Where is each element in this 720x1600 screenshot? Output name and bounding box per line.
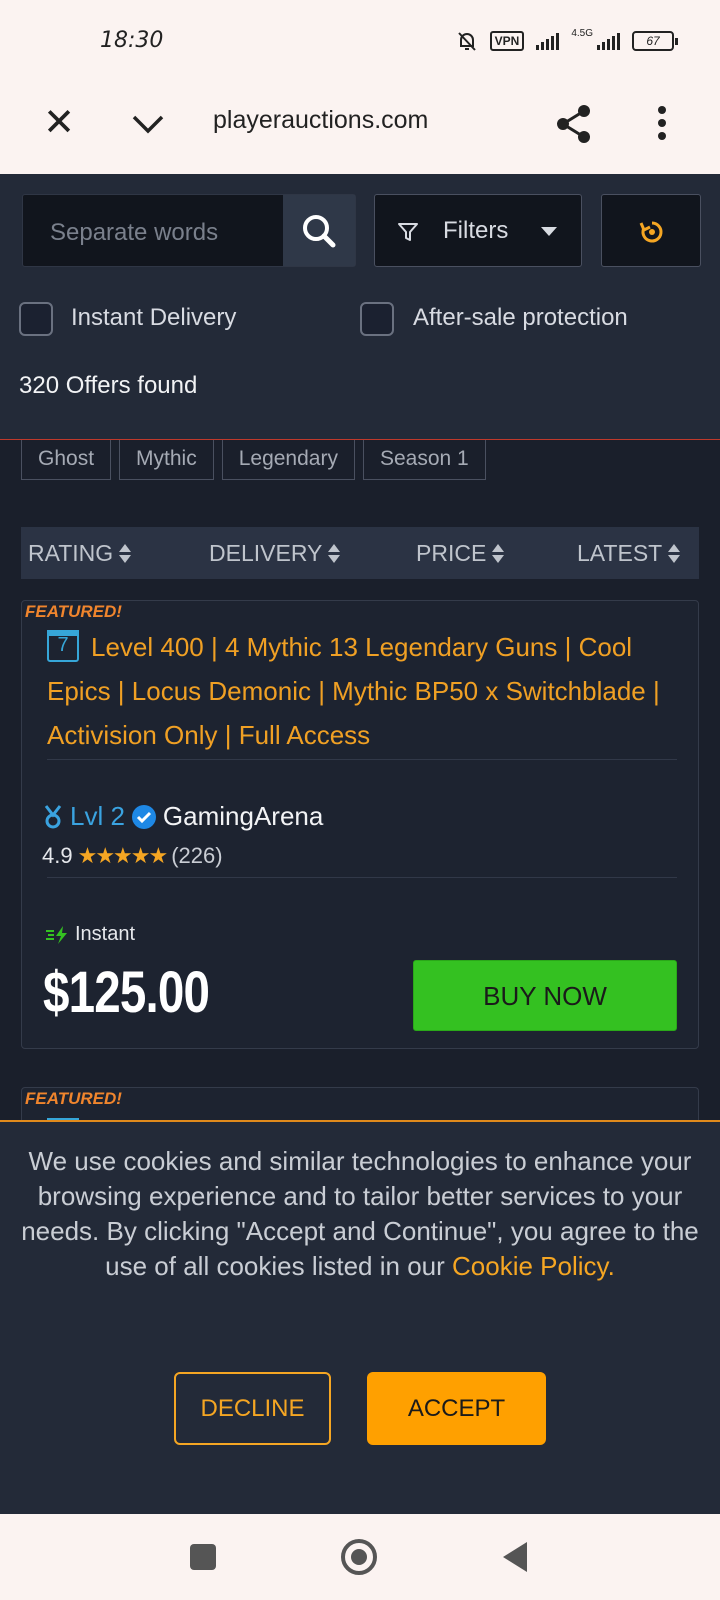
sort-latest[interactable]: LATEST [577,540,681,567]
sort-arrows-icon [328,544,341,563]
nav-home-icon[interactable] [341,1539,377,1575]
sort-delivery[interactable]: DELIVERY [209,540,341,567]
chevron-down-icon[interactable] [128,104,168,144]
cookie-text: We use cookies and similar technologies … [18,1144,702,1284]
url-text[interactable]: playerauctions.com [213,106,428,135]
tag-chip[interactable]: Season 1 [362,440,486,480]
price: $125.00 [43,960,210,1025]
instant-delivery-checkbox[interactable] [19,302,53,336]
funnel-icon [398,223,418,241]
filters-label: Filters [443,217,509,244]
search-button[interactable] [283,195,355,266]
cookie-banner: We use cookies and similar technologies … [0,1120,720,1514]
after-sale-label[interactable]: After-sale protection [413,304,628,332]
filter-panel: Separate words Filters Instant Delivery … [0,174,720,440]
after-sale-checkbox[interactable] [360,302,394,336]
sort-latest-label: LATEST [577,540,663,566]
rating-value: 4.9 [42,843,73,868]
nav-recents-icon[interactable] [190,1544,216,1570]
caret-down-icon [541,227,557,236]
system-nav-bar [0,1514,720,1600]
review-count[interactable]: (226) [171,843,222,869]
vpn-badge: VPN [489,31,525,51]
divider [47,759,677,760]
accept-button[interactable]: ACCEPT [367,1372,546,1445]
sort-arrows-icon [119,544,132,563]
medal-icon [44,804,62,828]
seller-name[interactable]: GamingArena [163,801,323,832]
status-icons: VPN 4.5G 67 [456,27,678,52]
seller-rating: 4.9 ★★★★★ (226) [42,843,223,869]
filters-button[interactable]: Filters [374,194,582,267]
instant-delivery-label[interactable]: Instant Delivery [71,304,236,332]
share-icon[interactable] [554,102,594,146]
browser-toolbar: ✕ playerauctions.com [0,84,720,174]
sort-price[interactable]: PRICE [416,540,505,567]
tag-chip[interactable]: Mythic [119,440,214,480]
battery-icon: 67 [632,31,678,51]
sort-arrows-icon [668,544,681,563]
offers-count: 320 Offers found [19,372,198,399]
nav-back-icon[interactable] [503,1542,527,1572]
bolt-icon [46,925,67,944]
sort-price-label: PRICE [416,540,487,566]
sort-rating[interactable]: RATING [28,540,132,567]
sort-delivery-label: DELIVERY [209,540,323,566]
search-box[interactable]: Separate words [22,194,356,267]
star-rating-icon: ★★★★★ [77,843,169,868]
listing-card: FEATURED! 7 Level 400 | 4 Mythic 13 Lege… [21,600,699,1049]
delivery-label: Instant [75,923,136,945]
buy-now-button[interactable]: BUY NOW [413,960,677,1031]
tag-list: Ghost Mythic Legendary Season 1 [21,440,486,480]
search-input[interactable]: Separate words [50,219,218,247]
reset-icon [639,221,663,243]
more-vert-icon[interactable] [652,104,672,144]
search-icon [303,215,336,248]
reset-button[interactable] [601,194,701,267]
close-icon[interactable]: ✕ [42,104,76,142]
network-type: 4.5G [571,27,593,39]
seller-level: Lvl 2 [70,801,125,831]
signal-icon-2 [597,32,620,50]
cookie-policy-link[interactable]: Cookie Policy. [452,1251,615,1281]
seller-info: Lvl 2 GamingArena [42,801,323,832]
status-bar: 18:30 VPN 4.5G 67 [0,0,720,84]
delivery-speed: Instant [45,923,135,946]
sort-arrows-icon [492,544,505,563]
tag-chip[interactable]: Ghost [21,440,112,480]
sort-bar: RATING DELIVERY PRICE LATEST [21,527,699,579]
clock: 18:30 [100,28,164,53]
sort-rating-label: RATING [28,540,114,566]
divider [47,877,677,878]
signal-icon [536,32,560,50]
featured-badge: FEATURED! [25,1089,122,1108]
mute-bell-icon [457,32,476,51]
decline-button[interactable]: DECLINE [174,1372,331,1445]
tag-chip[interactable]: Legendary [221,440,355,480]
verified-icon [131,804,156,829]
listing-title[interactable]: Level 400 | 4 Mythic 13 Legendary Guns |… [47,625,667,757]
featured-badge: FEATURED! [25,602,122,621]
